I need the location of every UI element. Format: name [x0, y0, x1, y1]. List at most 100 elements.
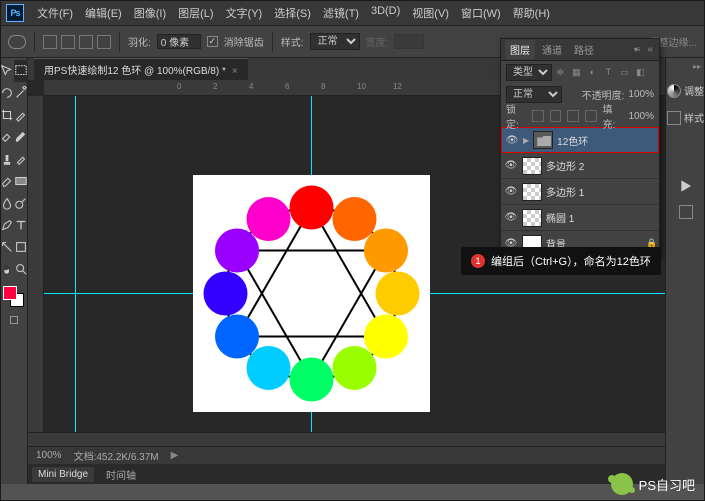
- menu-bar: 文件(F)编辑(E)图像(I)图层(L)文字(Y)选择(S)滤镜(T)3D(D)…: [32, 3, 555, 23]
- move-tool[interactable]: [0, 60, 14, 82]
- visibility-icon[interactable]: 👁: [505, 135, 519, 146]
- wechat-icon: [611, 473, 633, 495]
- antialias-label: 消除锯齿: [224, 34, 264, 49]
- tooltip-text: 编组后（Ctrl+G），命名为12色环: [491, 253, 651, 269]
- layer-filter-select[interactable]: 类型: [506, 64, 552, 81]
- guide-vertical[interactable]: [75, 96, 76, 432]
- layer-name[interactable]: 多边形 2: [546, 158, 656, 173]
- layer-item[interactable]: 👁 椭圆 1: [501, 205, 659, 231]
- brush-tool[interactable]: [14, 126, 28, 148]
- close-tab-icon[interactable]: ×: [232, 66, 238, 77]
- right-rail: ▸▸ 调整 样式: [665, 58, 705, 484]
- layer-thumb: [522, 183, 542, 201]
- fill-label: 填充:: [603, 101, 625, 131]
- lasso-tool[interactable]: [0, 82, 14, 104]
- menu-item[interactable]: 视图(V): [407, 3, 454, 23]
- layer-thumb: [522, 209, 542, 227]
- scrollbar-horizontal[interactable]: [28, 432, 665, 446]
- marquee-tool[interactable]: [14, 60, 28, 82]
- tab-paths[interactable]: 路径: [569, 40, 599, 59]
- panel-collapse-icon[interactable]: «: [645, 44, 655, 55]
- menu-item[interactable]: 窗口(W): [456, 3, 506, 23]
- rail-history-icon[interactable]: [679, 205, 693, 219]
- color-swatches[interactable]: [0, 284, 27, 310]
- hand-tool[interactable]: [0, 258, 14, 280]
- annotation-tooltip: 1 编组后（Ctrl+G），命名为12色环: [461, 247, 661, 275]
- tab-minibridge[interactable]: Mini Bridge: [32, 467, 94, 482]
- layer-item[interactable]: 👁 多边形 2: [501, 153, 659, 179]
- app-logo: Ps: [6, 4, 24, 22]
- shape-tool[interactable]: [14, 236, 28, 258]
- tab-layers[interactable]: 图层: [505, 40, 535, 59]
- menu-item[interactable]: 编辑(E): [80, 3, 127, 23]
- status-bar: 100% 文档:452.2K/6.37M ▶: [28, 446, 665, 464]
- watermark: PS自习吧: [611, 473, 695, 495]
- gradient-tool[interactable]: [14, 170, 28, 192]
- ruler-vertical: [28, 96, 44, 432]
- selection-mode-icons[interactable]: [43, 35, 111, 49]
- document-tab[interactable]: 用PS快速绘制12 色环 @ 100%(RGB/8) *×: [34, 58, 248, 80]
- tab-timeline[interactable]: 时间轴: [100, 465, 142, 484]
- lock-position-icon[interactable]: [567, 110, 579, 122]
- dodge-tool[interactable]: [14, 192, 28, 214]
- zoom-level[interactable]: 100%: [36, 450, 62, 461]
- lock-transparency-icon[interactable]: [532, 110, 544, 122]
- tab-channels[interactable]: 通道: [537, 40, 567, 59]
- feather-input[interactable]: [157, 34, 201, 49]
- pen-tool[interactable]: [0, 214, 14, 236]
- current-tool-icon[interactable]: [8, 35, 26, 49]
- blend-mode-select[interactable]: 正常: [506, 86, 562, 103]
- menu-item[interactable]: 图层(L): [173, 3, 218, 23]
- menu-item[interactable]: 选择(S): [269, 3, 316, 23]
- canvas[interactable]: [193, 175, 430, 412]
- opacity-label: 不透明度:: [582, 87, 625, 102]
- feather-label: 羽化:: [128, 34, 151, 49]
- type-tool[interactable]: [14, 214, 28, 236]
- visibility-icon[interactable]: 👁: [504, 212, 518, 223]
- layer-name[interactable]: 椭圆 1: [546, 210, 656, 225]
- fg-swatch[interactable]: [3, 286, 17, 300]
- menu-item[interactable]: 文件(F): [32, 3, 78, 23]
- stamp-tool[interactable]: [0, 148, 14, 170]
- zoom-tool[interactable]: [14, 258, 28, 280]
- layer-thumb: [522, 157, 542, 175]
- rail-play-icon[interactable]: [679, 179, 693, 193]
- toolbox: [0, 58, 28, 484]
- antialias-check[interactable]: ✓: [207, 36, 218, 47]
- quickmask-toggle[interactable]: [0, 310, 27, 330]
- rail-styles[interactable]: 样式: [667, 110, 704, 125]
- menu-item[interactable]: 滤镜(T): [318, 3, 364, 23]
- width-input: [394, 34, 424, 49]
- filter-icons[interactable]: ▦◐T▭◧: [570, 66, 646, 78]
- eraser-tool[interactable]: [0, 170, 14, 192]
- style-select[interactable]: 正常: [310, 33, 360, 50]
- blur-tool[interactable]: [0, 192, 14, 214]
- lock-label: 锁定:: [506, 101, 528, 131]
- menu-item[interactable]: 图像(I): [129, 3, 171, 23]
- layers-panel: 图层 通道 路径 ▾≡ « 类型 ≑ ▦◐T▭◧ 正常 不透明度: 100% 锁…: [500, 38, 660, 258]
- visibility-icon[interactable]: 👁: [504, 160, 518, 171]
- visibility-icon[interactable]: 👁: [504, 186, 518, 197]
- rail-adjustments[interactable]: 调整: [667, 83, 704, 98]
- menu-item[interactable]: 3D(D): [366, 3, 405, 23]
- crop-tool[interactable]: [0, 104, 14, 126]
- lock-pixels-icon[interactable]: [550, 110, 562, 122]
- tooltip-badge: 1: [471, 254, 485, 268]
- fill-value[interactable]: 100%: [628, 111, 654, 122]
- layer-name[interactable]: 12色环: [557, 133, 655, 148]
- menu-item[interactable]: 帮助(H): [508, 3, 555, 23]
- width-label: 宽度:: [366, 34, 389, 49]
- path-tool[interactable]: [0, 236, 14, 258]
- style-label: 样式:: [281, 34, 304, 49]
- layer-item[interactable]: 👁 多边形 1: [501, 179, 659, 205]
- wand-tool[interactable]: [14, 82, 28, 104]
- layer-name[interactable]: 多边形 1: [546, 184, 656, 199]
- panel-menu-icon[interactable]: ▾≡: [629, 43, 644, 56]
- lock-all-icon[interactable]: [585, 110, 597, 122]
- opacity-value[interactable]: 100%: [628, 89, 654, 100]
- eyedropper-tool[interactable]: [14, 104, 28, 126]
- menu-item[interactable]: 文字(Y): [221, 3, 268, 23]
- rail-collapse-icon[interactable]: ▸▸: [693, 62, 705, 71]
- heal-tool[interactable]: [0, 126, 14, 148]
- history-brush-tool[interactable]: [14, 148, 28, 170]
